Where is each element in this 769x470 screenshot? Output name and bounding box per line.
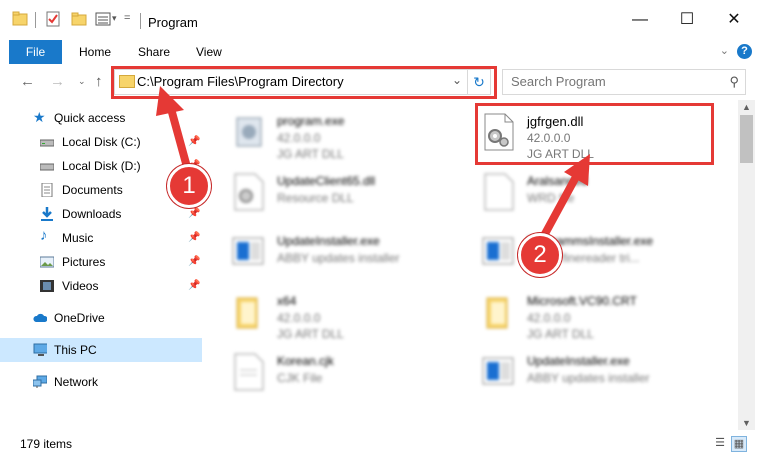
dll-gear-icon bbox=[234, 173, 264, 211]
recent-locations-chevron-icon[interactable]: ⌄ bbox=[78, 76, 86, 87]
tab-file[interactable]: File bbox=[9, 40, 62, 64]
file-item[interactable]: x64 42.0.0.0 JG ART DLL bbox=[205, 284, 455, 344]
nav-music[interactable]: ♪ Music 📌 bbox=[0, 226, 202, 250]
file-item[interactable]: UpdateClient65.dll Resource DLL bbox=[205, 164, 455, 224]
minimize-button[interactable]: — bbox=[625, 8, 655, 32]
computer-icon bbox=[33, 343, 47, 356]
file-list: program.exe 42.0.0.0 JG ART DLL jgfrgen.… bbox=[205, 100, 738, 430]
tab-view[interactable]: View bbox=[196, 40, 222, 64]
tab-home[interactable]: Home bbox=[79, 40, 111, 64]
music-icon: ♪ bbox=[40, 227, 48, 244]
properties-icon[interactable] bbox=[45, 11, 61, 27]
nav-local-disk-c[interactable]: Local Disk (C:) 📌 bbox=[0, 130, 202, 154]
folder-icon bbox=[236, 297, 258, 329]
installer-icon bbox=[482, 357, 514, 385]
scroll-up-icon[interactable]: ▲ bbox=[742, 102, 751, 112]
file-item[interactable]: UpdateInstaller.exe ABBY updates install… bbox=[455, 344, 705, 404]
back-arrow-icon[interactable]: ← bbox=[20, 73, 35, 90]
videos-icon bbox=[40, 280, 54, 292]
exe-icon bbox=[236, 117, 262, 147]
document-icon bbox=[484, 173, 514, 211]
nav-pictures[interactable]: Pictures 📌 bbox=[0, 250, 202, 274]
tab-share[interactable]: Share bbox=[138, 40, 170, 64]
pin-icon[interactable]: 📌 bbox=[188, 226, 200, 250]
expand-ribbon-icon[interactable]: ⌄ bbox=[720, 44, 729, 57]
nav-downloads[interactable]: Downloads 📌 bbox=[0, 202, 202, 226]
up-arrow-icon[interactable]: ↑ bbox=[95, 73, 103, 90]
navigation-pane: ★ Quick access Local Disk (C:) 📌 Local D… bbox=[0, 100, 205, 430]
file-explorer-window: ▾ = Program — ☐ ✕ File Home Share View ⌄… bbox=[0, 0, 769, 470]
help-button[interactable]: ? bbox=[737, 44, 752, 59]
installer-icon bbox=[232, 237, 264, 265]
nav-this-pc[interactable]: This PC bbox=[0, 338, 202, 362]
file-item[interactable]: Aralsanned WRD file bbox=[455, 164, 705, 224]
step-2-badge: 2 bbox=[518, 233, 562, 277]
title-divider bbox=[140, 13, 141, 29]
close-button[interactable]: ✕ bbox=[719, 8, 749, 32]
file-item[interactable]: UpdateInstaller.exe ABBY updates install… bbox=[205, 224, 455, 284]
cloud-icon bbox=[33, 313, 47, 322]
scrollbar-thumb[interactable] bbox=[740, 115, 753, 163]
status-bar: 179 items ☰ ▦ bbox=[0, 430, 769, 470]
pin-icon[interactable]: 📌 bbox=[188, 250, 200, 274]
chevron-down-icon[interactable]: ▾ bbox=[112, 13, 117, 24]
title-bar: ▾ = Program — ☐ ✕ bbox=[0, 0, 769, 40]
maximize-button[interactable]: ☐ bbox=[672, 8, 702, 32]
pictures-icon bbox=[40, 256, 54, 268]
folder-icon bbox=[486, 297, 508, 329]
nav-network[interactable]: Network bbox=[0, 370, 202, 394]
forward-arrow-icon[interactable]: → bbox=[50, 73, 65, 90]
drive-icon bbox=[40, 163, 54, 171]
file-item[interactable]: program.exe 42.0.0.0 JG ART DLL bbox=[205, 104, 455, 164]
tiles-view-icon[interactable]: ▦ bbox=[731, 436, 747, 452]
nav-videos[interactable]: Videos 📌 bbox=[0, 274, 202, 298]
address-highlight-box bbox=[111, 66, 497, 99]
file-item[interactable]: Korean.cjk CJK File bbox=[205, 344, 455, 404]
scroll-down-icon[interactable]: ▼ bbox=[742, 418, 751, 428]
ribbon: File Home Share View ⌄ ? bbox=[0, 40, 769, 65]
view-options-icon[interactable] bbox=[95, 11, 111, 27]
title-divider bbox=[35, 12, 36, 28]
nav-quick-access[interactable]: ★ Quick access bbox=[0, 106, 202, 130]
search-input[interactable] bbox=[511, 74, 711, 89]
item-count: 179 items bbox=[20, 437, 73, 451]
window-title: Program bbox=[148, 15, 198, 30]
documents-icon bbox=[41, 183, 53, 197]
file-item[interactable]: Microsoft.VC90.CRT 42.0.0.0 JG ART DLL bbox=[455, 284, 705, 344]
new-folder-icon[interactable] bbox=[71, 11, 87, 27]
customize-toolbar-icon[interactable]: = bbox=[124, 12, 130, 24]
document-icon bbox=[234, 353, 264, 391]
search-icon[interactable]: ⚲ bbox=[729, 74, 739, 90]
nav-onedrive[interactable]: OneDrive bbox=[0, 306, 202, 330]
details-view-icon[interactable]: ☰ bbox=[713, 436, 727, 450]
file-item[interactable]: ProgrammsInstaller.exe ABBY finereader t… bbox=[455, 224, 705, 284]
pin-icon[interactable]: 📌 bbox=[188, 274, 200, 298]
network-icon bbox=[33, 375, 47, 388]
search-box[interactable]: ⚲ bbox=[502, 69, 746, 95]
step-1-badge: 1 bbox=[167, 164, 211, 208]
folder-icon bbox=[12, 11, 28, 26]
pin-icon[interactable]: 📌 bbox=[188, 130, 200, 154]
downloads-icon bbox=[41, 207, 53, 221]
file-highlight-box bbox=[475, 103, 714, 165]
drive-icon bbox=[40, 139, 54, 147]
star-icon: ★ bbox=[33, 109, 46, 125]
installer-icon bbox=[482, 237, 514, 265]
vertical-scrollbar[interactable]: ▲ ▼ bbox=[738, 100, 755, 430]
